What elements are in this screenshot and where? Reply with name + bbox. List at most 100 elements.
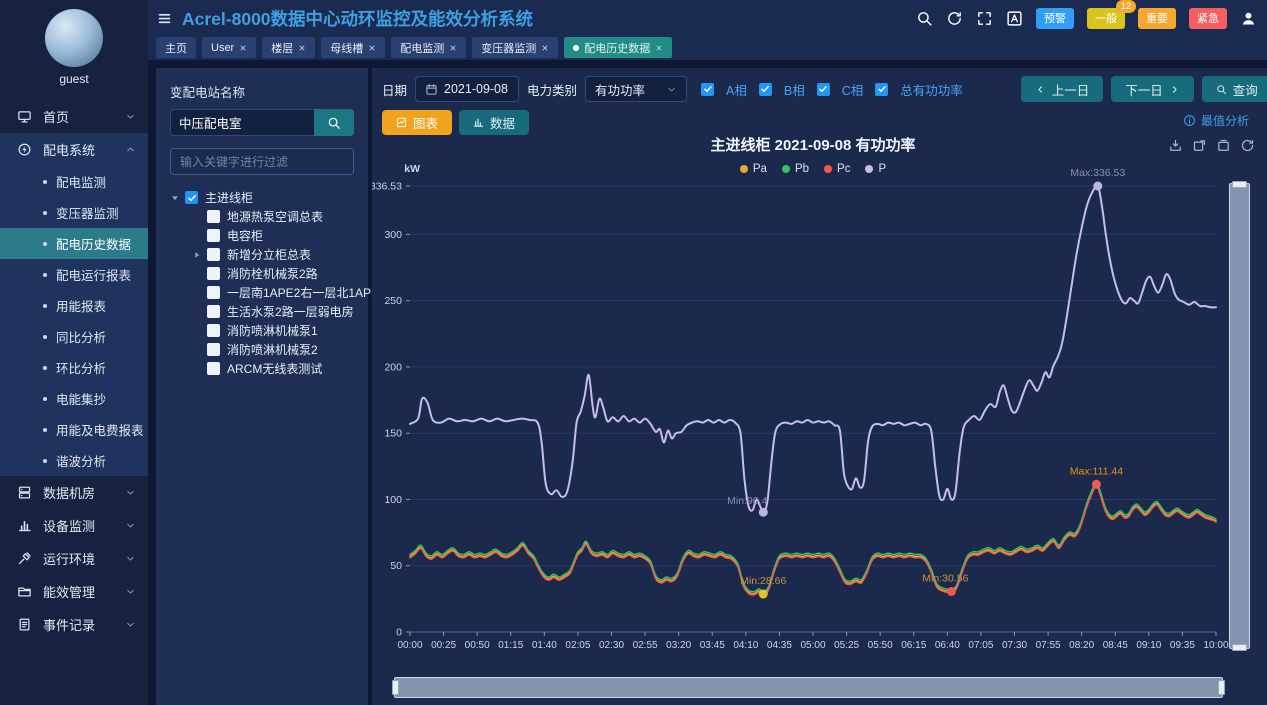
- tree-node-消防栓机械泵2路[interactable]: 消防栓机械泵2路: [170, 264, 354, 283]
- checkbox[interactable]: [207, 267, 220, 280]
- refresh-chart-icon[interactable]: [1240, 138, 1255, 153]
- svg-text:150: 150: [384, 428, 402, 440]
- next-day-button[interactable]: 下一日: [1111, 76, 1194, 102]
- sidebar-item-变压器监测[interactable]: 变压器监测: [0, 197, 148, 228]
- download-icon[interactable]: [1168, 138, 1183, 153]
- horizontal-zoom-slider[interactable]: [394, 677, 1223, 698]
- tree-node-一层南1APE2右一层北1APE1左[interactable]: 一层南1APE2右一层北1APE1左: [170, 283, 354, 302]
- tab-主页[interactable]: 主页: [156, 37, 196, 58]
- menu-toggle-icon[interactable]: [156, 11, 173, 26]
- sidebar-item-环比分析[interactable]: 环比分析: [0, 352, 148, 383]
- close-icon[interactable]: [449, 44, 457, 52]
- checkbox[interactable]: [207, 286, 220, 299]
- tree-node-地源热泵空调总表[interactable]: 地源热泵空调总表: [170, 207, 354, 226]
- checkbox[interactable]: [185, 191, 198, 204]
- checkbox[interactable]: [207, 305, 220, 318]
- tab-配电历史数据[interactable]: 配电历史数据: [564, 37, 672, 58]
- sidebar-item-用能及电费报表[interactable]: 用能及电费报表: [0, 414, 148, 445]
- sidebar-item-电能集抄[interactable]: 电能集抄: [0, 383, 148, 414]
- sidebar-item-数据机房[interactable]: 数据机房: [0, 476, 148, 509]
- sidebar-item-配电运行报表[interactable]: 配电运行报表: [0, 259, 148, 290]
- close-icon[interactable]: [239, 44, 247, 52]
- close-icon[interactable]: [298, 44, 306, 52]
- tab-楼层[interactable]: 楼层: [262, 37, 315, 58]
- checkbox[interactable]: [207, 324, 220, 337]
- tab-配电监测[interactable]: 配电监测: [391, 37, 466, 58]
- station-search-input[interactable]: [170, 109, 314, 136]
- tree-node-电容柜[interactable]: 电容柜: [170, 226, 354, 245]
- power-type-select[interactable]: 有功功率: [585, 76, 687, 102]
- close-icon[interactable]: [541, 44, 549, 52]
- checkbox-C相[interactable]: C相: [817, 80, 864, 99]
- sidebar-item-配电历史数据[interactable]: 配电历史数据: [0, 228, 148, 259]
- legend-item-P[interactable]: P: [865, 163, 886, 175]
- checkbox[interactable]: [207, 343, 220, 356]
- tab-变压器监测[interactable]: 变压器监测: [472, 37, 558, 58]
- legend-dot-icon: [865, 165, 873, 173]
- sidebar-item-能效管理[interactable]: 能效管理: [0, 575, 148, 608]
- sidebar-item-首页[interactable]: 首页: [0, 100, 148, 133]
- sidebar-item-配电监测[interactable]: 配电监测: [0, 166, 148, 197]
- tree-node-ARCM无线表测试[interactable]: ARCM无线表测试: [170, 359, 354, 378]
- caret-right-icon[interactable]: [192, 250, 202, 260]
- alarm-button-一般[interactable]: 一般12: [1087, 8, 1125, 29]
- refresh-icon[interactable]: [946, 10, 963, 27]
- svg-text:250: 250: [384, 295, 402, 307]
- slider-handle[interactable]: [1232, 644, 1247, 651]
- checkbox[interactable]: [207, 210, 220, 223]
- tree-node-主进线柜[interactable]: 主进线柜: [170, 188, 354, 207]
- checkbox-B相[interactable]: B相: [759, 80, 805, 99]
- legend-item-Pb[interactable]: Pb: [782, 163, 809, 175]
- tab-母线槽[interactable]: 母线槽: [321, 37, 385, 58]
- vertical-zoom-slider[interactable]: [1229, 183, 1250, 649]
- slider-handle[interactable]: [1218, 680, 1225, 695]
- close-icon[interactable]: [655, 44, 663, 52]
- avatar[interactable]: [45, 9, 103, 67]
- alarm-button-预警[interactable]: 预警: [1036, 8, 1074, 29]
- close-icon[interactable]: [368, 44, 376, 52]
- date-picker[interactable]: 2021-09-08: [415, 76, 519, 102]
- legend-item-Pc[interactable]: Pc: [824, 163, 850, 175]
- prev-day-button[interactable]: 上一日: [1021, 76, 1104, 102]
- checkbox[interactable]: [207, 248, 220, 261]
- chart-view-button[interactable]: 图表: [382, 110, 452, 135]
- max-analysis-link[interactable]: 最值分析: [1183, 112, 1249, 129]
- sidebar-item-同比分析[interactable]: 同比分析: [0, 321, 148, 352]
- search-icon[interactable]: [916, 10, 933, 27]
- sidebar-item-运行环境[interactable]: 运行环境: [0, 542, 148, 575]
- tree-filter-input[interactable]: [170, 148, 354, 175]
- svg-text:Max:111.44: Max:111.44: [1070, 465, 1123, 477]
- checkbox[interactable]: [207, 362, 220, 375]
- alarm-button-重要[interactable]: 重要: [1138, 8, 1176, 29]
- zoom-select-icon[interactable]: [1192, 138, 1207, 153]
- sidebar-item-谐波分析[interactable]: 谐波分析: [0, 445, 148, 476]
- translate-icon[interactable]: [1006, 10, 1023, 27]
- sidebar-item-用能报表[interactable]: 用能报表: [0, 290, 148, 321]
- tree-node-消防喷淋机械泵1[interactable]: 消防喷淋机械泵1: [170, 321, 354, 340]
- checkbox-总有功功率[interactable]: 总有功功率: [875, 80, 963, 99]
- sidebar-item-配电系统[interactable]: 配电系统: [0, 133, 148, 166]
- chart-toolbox: [1168, 138, 1255, 153]
- checkbox[interactable]: [207, 229, 220, 242]
- fullscreen-icon[interactable]: [976, 10, 993, 27]
- station-search-button[interactable]: [314, 109, 354, 136]
- tree-node-新增分立柜总表[interactable]: 新增分立柜总表: [170, 245, 354, 264]
- bullet-icon: [43, 459, 47, 463]
- svg-text:02:55: 02:55: [633, 640, 658, 651]
- sidebar-item-事件记录[interactable]: 事件记录: [0, 608, 148, 641]
- data-view-button[interactable]: 数据: [459, 110, 529, 135]
- alarm-button-紧急[interactable]: 紧急: [1189, 8, 1227, 29]
- slider-handle[interactable]: [1232, 181, 1247, 188]
- checkbox-A相[interactable]: A相: [701, 80, 747, 99]
- restore-icon[interactable]: [1216, 138, 1231, 153]
- user-icon[interactable]: [1240, 10, 1257, 27]
- legend-item-Pa[interactable]: Pa: [740, 163, 767, 175]
- tree-node-生活水泵2路一层弱电房[interactable]: 生活水泵2路一层弱电房: [170, 302, 354, 321]
- tree-node-消防喷淋机械泵2[interactable]: 消防喷淋机械泵2: [170, 340, 354, 359]
- caret-down-icon[interactable]: [170, 193, 180, 203]
- tab-User[interactable]: User: [202, 37, 256, 58]
- query-button[interactable]: 查询: [1202, 76, 1267, 102]
- sidebar-item-设备监测[interactable]: 设备监测: [0, 509, 148, 542]
- slider-handle[interactable]: [392, 680, 399, 695]
- power-type-label: 电力类别: [527, 80, 577, 99]
